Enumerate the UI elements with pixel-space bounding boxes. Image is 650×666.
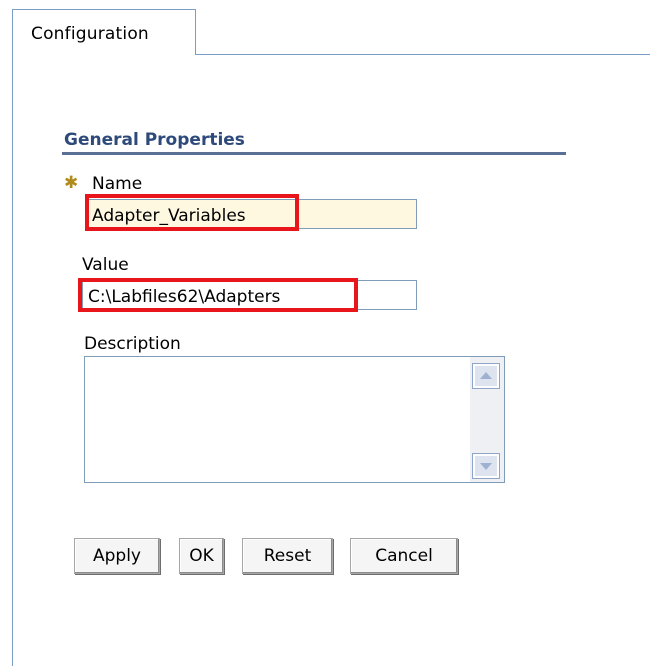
ok-button[interactable]: OK: [179, 538, 224, 574]
description-textarea[interactable]: [84, 356, 505, 483]
required-asterisk-icon: ✱: [64, 173, 79, 193]
reset-button[interactable]: Reset: [242, 538, 333, 574]
description-label: Description: [84, 334, 181, 354]
apply-button[interactable]: Apply: [74, 538, 160, 574]
tab-configuration[interactable]: Configuration: [12, 9, 196, 55]
section-title-general-properties: General Properties: [64, 130, 245, 150]
scroll-up-button[interactable]: [472, 363, 500, 389]
arrow-down-icon: [480, 463, 492, 470]
tab-configuration-label: Configuration: [31, 24, 149, 44]
value-label: Value: [82, 255, 129, 275]
panel-border: [12, 54, 13, 666]
name-field[interactable]: [86, 199, 417, 229]
scroll-down-button[interactable]: [472, 453, 500, 479]
tab-strip-border: [196, 54, 650, 55]
cancel-button[interactable]: Cancel: [350, 538, 458, 574]
section-divider: [62, 152, 566, 155]
description-scrollbar[interactable]: [470, 357, 504, 482]
name-label: Name: [92, 174, 143, 194]
arrow-up-icon: [480, 372, 492, 379]
value-field[interactable]: [82, 280, 417, 310]
